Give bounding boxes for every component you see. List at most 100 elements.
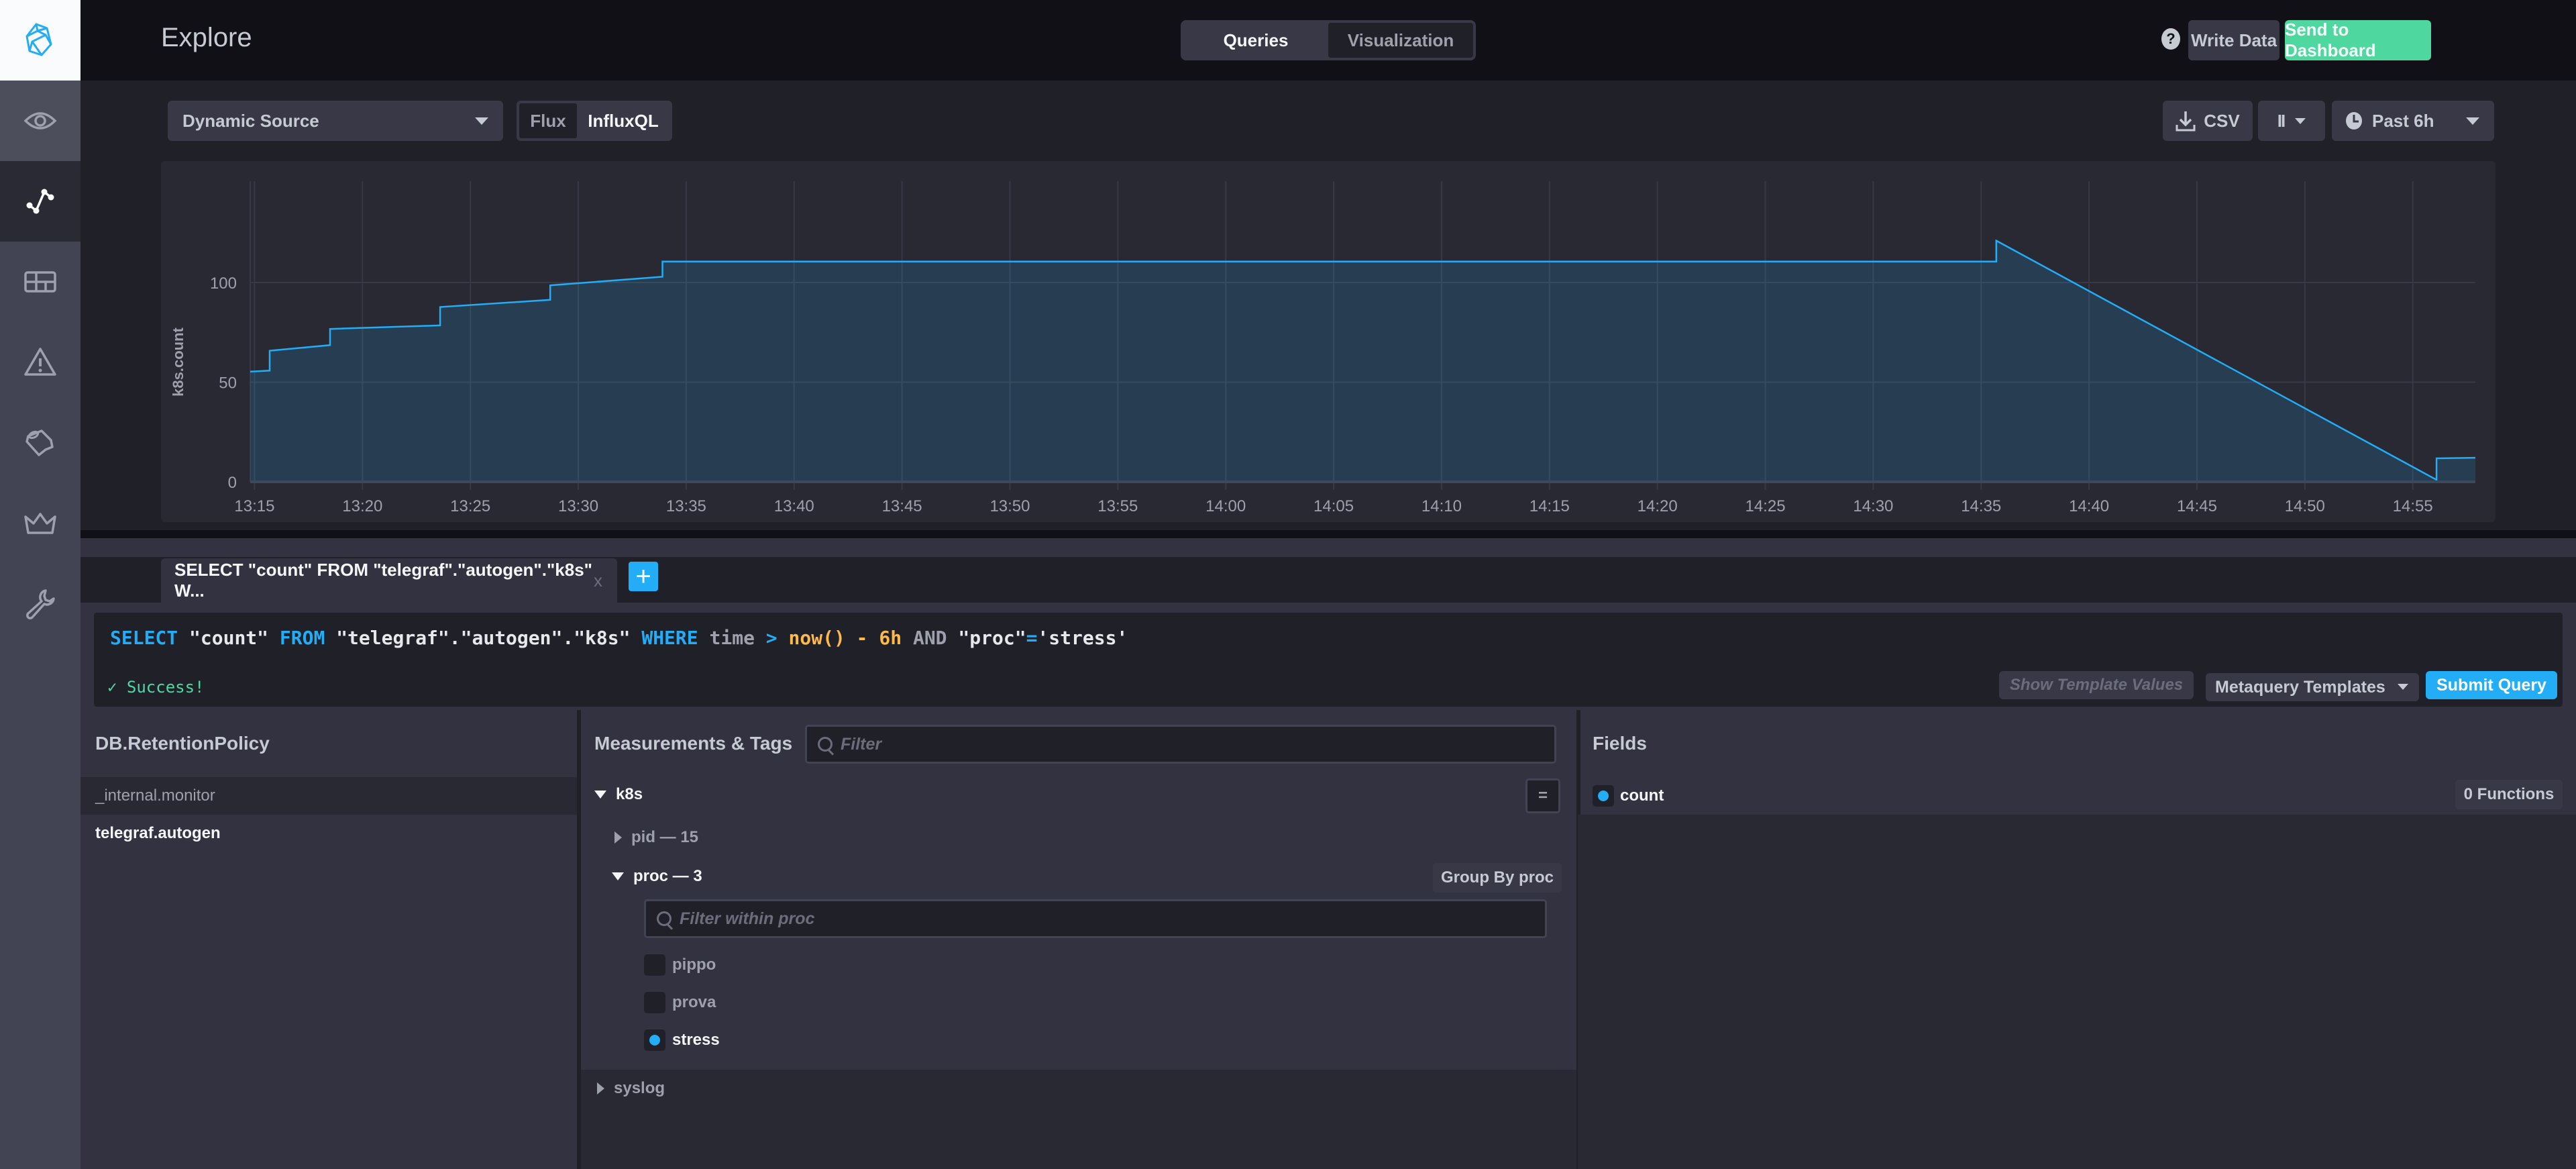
tag-value-label[interactable]: pippo [672, 956, 716, 974]
tab-queries[interactable]: Queries [1183, 23, 1328, 58]
sidebar-item-log-viewer[interactable] [0, 403, 80, 483]
search-icon [818, 737, 833, 752]
tag-value-label[interactable]: prova [672, 993, 716, 1012]
measurement-label: syslog [614, 1079, 665, 1097]
x-tick-label: 14:40 [2069, 497, 2109, 515]
functions-button[interactable]: 0 Functions [2455, 780, 2563, 809]
chevron-down-icon [2295, 117, 2306, 124]
tab-visualization[interactable]: Visualization [1328, 23, 1473, 58]
tag-key-label: pid — 15 [631, 828, 699, 846]
x-tick-label: 14:25 [1745, 497, 1785, 515]
x-tick-label: 13:30 [558, 497, 598, 515]
sidebar-item-host-list[interactable] [0, 81, 80, 161]
tag-key-pid[interactable]: pid — 15 [614, 828, 698, 847]
search-icon [657, 911, 672, 926]
series-area [250, 240, 2475, 482]
tag-key-proc[interactable]: proc — 3 [612, 867, 702, 886]
close-icon[interactable]: x [594, 570, 602, 591]
token: "proc" [958, 627, 1026, 649]
fill-options-button[interactable]: = [1525, 778, 1560, 813]
x-tick-label: 13:35 [666, 497, 706, 515]
x-tick-label: 14:05 [1313, 497, 1354, 515]
source-select-label: Dynamic Source [182, 110, 319, 131]
query-tabs-bar [80, 538, 2576, 557]
checked-dot-icon [1598, 791, 1609, 801]
resize-handle[interactable] [80, 530, 2576, 538]
dashboard-icon [24, 271, 56, 293]
checkbox-pippo[interactable] [644, 954, 665, 976]
chevron-down-icon [2398, 684, 2408, 690]
x-tick-label: 14:30 [1853, 497, 1893, 515]
chevron-down-icon [475, 117, 488, 125]
measurements-list-rest [581, 1070, 1576, 1169]
token: 6h [879, 627, 902, 649]
sidebar-item-alerting[interactable] [0, 322, 80, 403]
token: "count" [189, 627, 269, 649]
csv-download-button[interactable]: CSV [2163, 101, 2253, 141]
crown-icon [24, 513, 56, 534]
tag-filter-input[interactable]: Filter within proc [644, 899, 1547, 938]
x-tick-label: 14:15 [1529, 497, 1570, 515]
checkbox-prova[interactable] [644, 992, 665, 1013]
sidebar-item-admin[interactable] [0, 483, 80, 564]
x-tick-label: 13:40 [774, 497, 814, 515]
wrench-icon [26, 589, 55, 619]
fields-title: Fields [1593, 733, 1647, 754]
metaquery-templates-dropdown[interactable]: Metaquery Templates [2206, 673, 2419, 701]
graph-icon [26, 189, 54, 214]
help-icon[interactable]: ? [2161, 28, 2180, 50]
x-tick-label: 13:50 [989, 497, 1030, 515]
group-by-button[interactable]: Group By proc [1433, 863, 1562, 893]
x-tick-label: 14:00 [1205, 497, 1246, 515]
x-tick-label: 13:20 [342, 497, 382, 515]
token: AND [912, 627, 947, 649]
measurement-item-k8s[interactable]: k8s [594, 785, 643, 804]
log-icon [25, 429, 54, 456]
autorefresh-button[interactable]: II [2258, 101, 2325, 141]
source-select[interactable]: Dynamic Source [168, 101, 503, 141]
x-tick-label: 13:15 [234, 497, 274, 515]
db-item[interactable]: _internal.monitor [80, 777, 577, 815]
y-axis-label: k8s.count [170, 327, 186, 396]
x-tick-label: 13:55 [1097, 497, 1138, 515]
eye-icon [23, 112, 57, 130]
tag-value-label[interactable]: stress [672, 1031, 720, 1050]
status-text: Success! [126, 678, 205, 697]
x-tick-label: 13:25 [450, 497, 490, 515]
checkbox-count[interactable] [1593, 785, 1614, 807]
caret-down-icon [594, 791, 606, 799]
sidebar-item-configuration[interactable] [0, 564, 80, 644]
send-to-dashboard-button[interactable]: Send to Dashboard [2285, 19, 2431, 60]
measurements-filter-input[interactable]: Filter [805, 725, 1556, 764]
logo[interactable] [0, 0, 80, 81]
token: WHERE [641, 627, 698, 649]
add-query-button[interactable]: + [629, 562, 658, 591]
caret-right-icon [614, 831, 622, 844]
tab-flux[interactable]: Flux [519, 103, 577, 138]
submit-query-button[interactable]: Submit Query [2426, 671, 2557, 699]
checkbox-stress[interactable] [644, 1029, 665, 1051]
query-text[interactable]: SELECT "count" FROM "telegraf"."autogen"… [110, 627, 1128, 649]
pause-icon: II [2277, 110, 2286, 131]
sidebar-item-explore[interactable] [0, 161, 80, 242]
token: now() [788, 627, 845, 649]
token: - [856, 627, 868, 649]
show-template-values-button[interactable]: Show Template Values [1999, 671, 2194, 699]
field-label[interactable]: count [1620, 786, 1664, 805]
query-status: ✓ Success! [107, 678, 205, 697]
caret-right-icon [597, 1082, 604, 1095]
measurement-item-syslog[interactable]: syslog [597, 1079, 665, 1098]
query-tab-label: SELECT "count" FROM "telegraf"."autogen"… [174, 560, 593, 601]
sidebar-item-dashboards[interactable] [0, 242, 80, 322]
time-range-dropdown[interactable]: Past 6h [2332, 101, 2494, 141]
db-item[interactable]: telegraf.autogen [80, 815, 577, 852]
caret-down-icon [612, 872, 624, 880]
metaquery-label: Metaquery Templates [2215, 677, 2385, 697]
write-data-button[interactable]: Write Data [2188, 20, 2279, 60]
tab-influxql[interactable]: InfluxQL [577, 103, 669, 138]
check-icon: ✓ [107, 678, 127, 697]
query-tab[interactable]: SELECT "count" FROM "telegraf"."autogen"… [161, 558, 617, 603]
fields-list-rest [1578, 815, 2576, 1169]
token: > [765, 627, 777, 649]
line-chart: 0 50 100 13:15 13:20 13:25 13:30 13:35 13:40 13:4… [170, 181, 2476, 515]
